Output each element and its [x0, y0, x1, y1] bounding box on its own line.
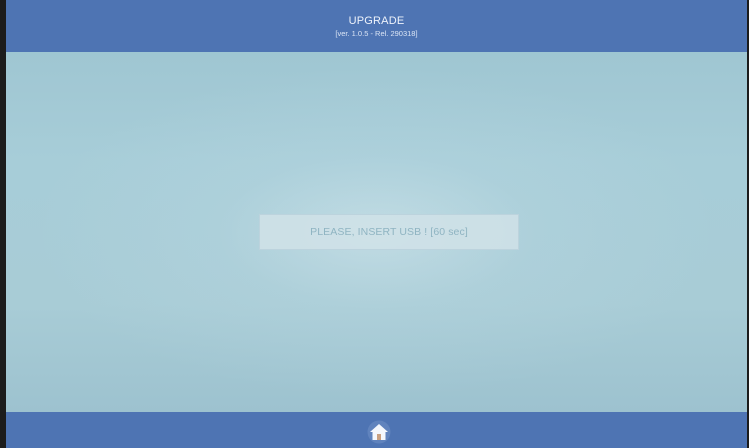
page-title: UPGRADE	[348, 15, 405, 27]
footer-bar	[6, 412, 747, 448]
device-screen: UPGRADE [ver. 1.0.5 - Rel. 290318] PLEAS…	[6, 0, 747, 448]
version-label: [ver. 1.0.5 - Rel. 290318]	[335, 29, 418, 38]
status-message-box: PLEASE, INSERT USB ! [60 sec]	[259, 214, 519, 250]
header-bar: UPGRADE [ver. 1.0.5 - Rel. 290318]	[6, 0, 747, 52]
main-content: PLEASE, INSERT USB ! [60 sec]	[6, 52, 747, 412]
home-button[interactable]	[367, 420, 391, 444]
home-icon	[367, 420, 391, 444]
status-message: PLEASE, INSERT USB ! [60 sec]	[310, 226, 468, 238]
